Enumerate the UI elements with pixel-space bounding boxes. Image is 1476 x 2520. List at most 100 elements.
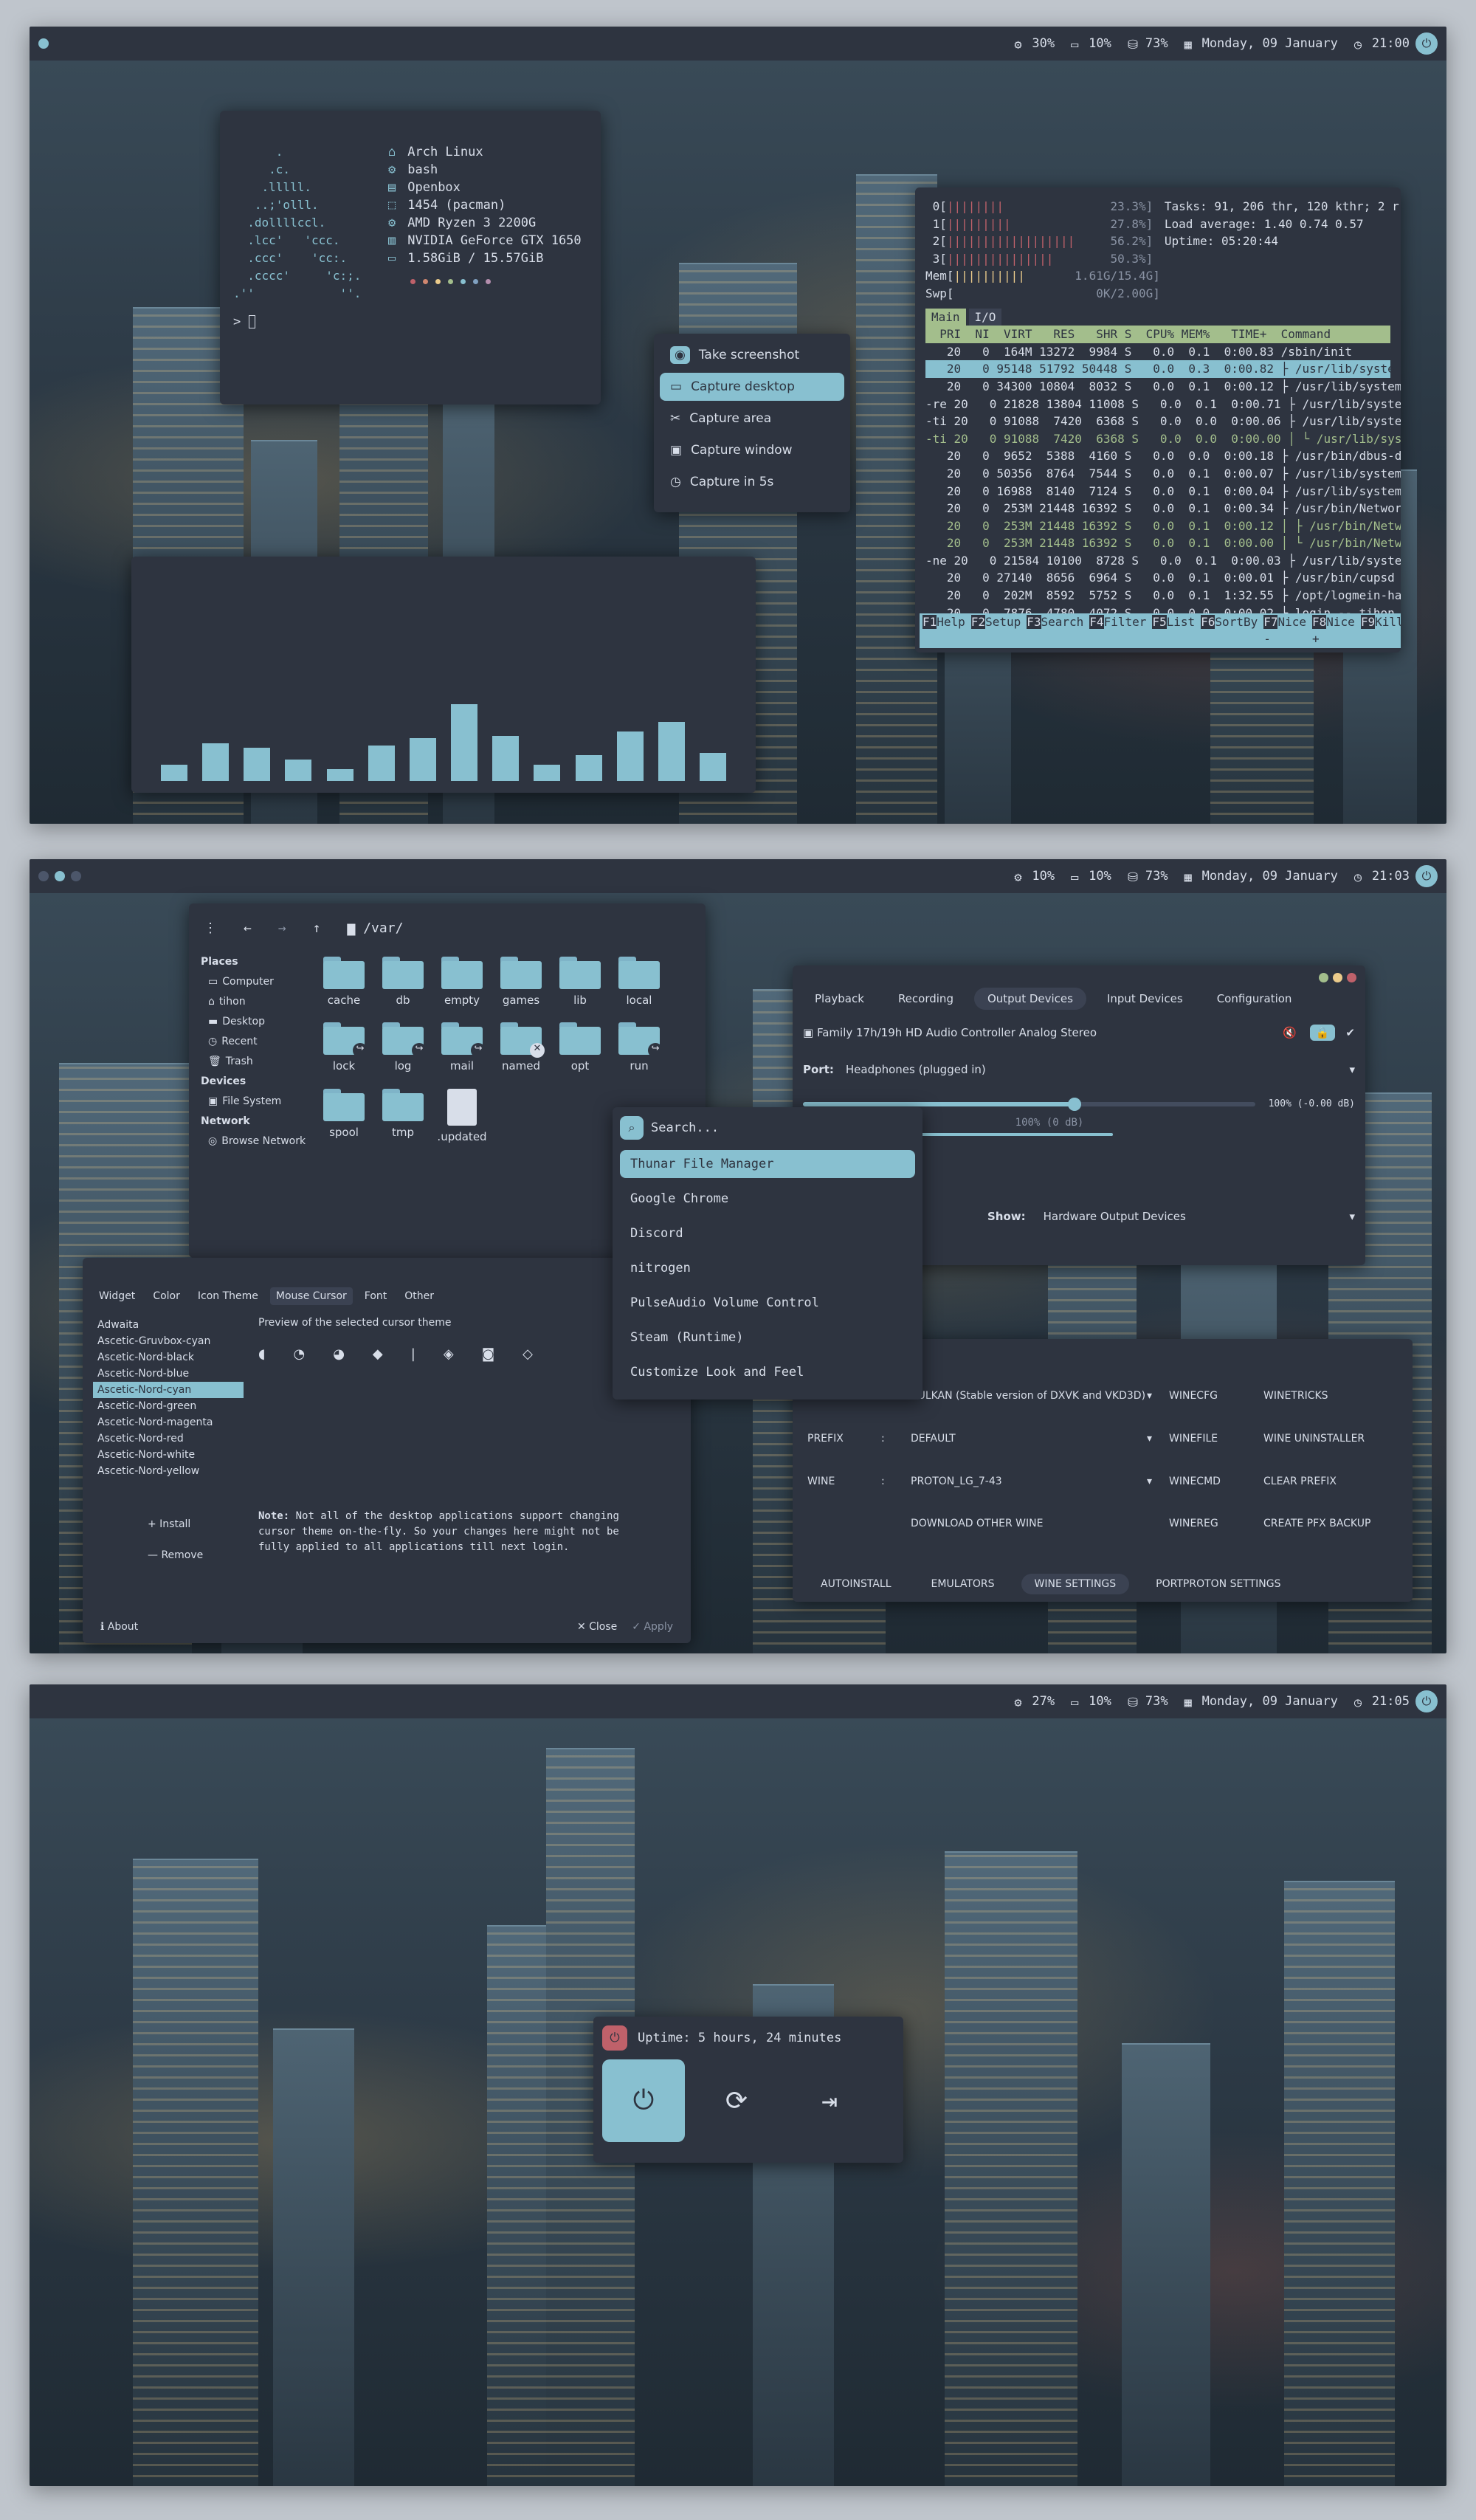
htop-terminal[interactable]: 0[|||||||| 23.3%] 1[||||||||| 27.8%] 2[|…	[915, 187, 1401, 653]
maximize-icon[interactable]	[1333, 973, 1342, 982]
tab-main[interactable]: Main	[925, 308, 966, 326]
shutdown-button[interactable]: ⏻	[602, 2059, 685, 2142]
tab-portproton-settings[interactable]: PORTPROTON SETTINGS	[1142, 1574, 1294, 1594]
file-item[interactable]: tmp	[373, 1088, 432, 1151]
tab-recording[interactable]: Recording	[885, 988, 967, 1010]
tab-font[interactable]: Font	[359, 1287, 393, 1305]
close-button[interactable]: ✕ Close	[577, 1621, 617, 1633]
menu-kebab-icon[interactable]: ⋮	[204, 920, 217, 936]
theme-list-item[interactable]: Ascetic-Nord-cyan	[93, 1382, 244, 1398]
tab-mouse-cursor[interactable]: Mouse Cursor	[269, 1287, 353, 1305]
forward-arrow-icon[interactable]: →	[278, 920, 286, 936]
theme-list-item[interactable]: Adwaita	[93, 1317, 244, 1333]
back-arrow-icon[interactable]: ←	[244, 920, 252, 936]
file-item[interactable]: local	[610, 957, 669, 1015]
file-item[interactable]: ↪ run	[610, 1022, 669, 1081]
tool-button[interactable]: WINEFILE	[1169, 1433, 1263, 1445]
file-item[interactable]: ✕ named	[492, 1022, 551, 1081]
setting-select[interactable]: VULKAN (Stable version of DXVK and VKD3D…	[911, 1390, 1147, 1402]
workspace-dot[interactable]	[71, 871, 81, 881]
theme-list-item[interactable]: Ascetic-Nord-magenta	[93, 1414, 244, 1431]
workspace-dot[interactable]	[55, 871, 65, 881]
function-key[interactable]: F6SortBy	[1198, 613, 1261, 648]
remove-button[interactable]: — Remove	[148, 1540, 244, 1571]
power-button[interactable]: ⏻	[1415, 1690, 1438, 1712]
file-item[interactable]: ↪ lock	[314, 1022, 373, 1081]
screenshot-option[interactable]: ▣ Capture window	[660, 436, 844, 464]
chevron-down-icon[interactable]: ▾	[1147, 1390, 1169, 1402]
about-button[interactable]: ℹ About	[100, 1621, 138, 1633]
screenshot-option[interactable]: ✂ Capture area	[660, 404, 844, 433]
file-item[interactable]: db	[373, 957, 432, 1015]
reboot-button[interactable]: ⟳	[695, 2059, 778, 2142]
chevron-down-icon[interactable]: ▾	[1147, 1476, 1169, 1487]
volume-slider[interactable]	[803, 1097, 1255, 1111]
process-row[interactable]: -ti 20 0 91088 7420 6368 S 0.0 0.0 0:00.…	[925, 413, 1401, 430]
apply-button[interactable]: ✓ Apply	[632, 1621, 673, 1633]
theme-list-item[interactable]: Ascetic-Gruvbox-cyan	[93, 1333, 244, 1349]
tab-autoinstall[interactable]: AUTOINSTALL	[807, 1574, 905, 1594]
file-item[interactable]: ↪ mail	[432, 1022, 492, 1081]
sidebar-item-recent[interactable]: ◷ Recent	[201, 1032, 314, 1052]
function-key[interactable]: F8Nice +	[1309, 613, 1358, 648]
workspace-dot[interactable]	[38, 38, 49, 49]
launcher-item[interactable]: Discord	[620, 1219, 915, 1247]
chevron-down-icon[interactable]: ▾	[1349, 1063, 1355, 1076]
function-key[interactable]: F9Kill	[1357, 613, 1401, 648]
sidebar-item-tihon[interactable]: ⌂ tihon	[201, 992, 314, 1012]
process-row[interactable]: 20 0 253M 21448 16392 S 0.0 0.1 0:00.12 …	[925, 517, 1401, 535]
file-item[interactable]: spool	[314, 1088, 373, 1151]
theme-list-item[interactable]: Ascetic-Nord-green	[93, 1398, 244, 1414]
theme-list-item[interactable]: Ascetic-Nord-blue	[93, 1366, 244, 1382]
theme-list-item[interactable]: Ascetic-Nord-black	[93, 1349, 244, 1366]
function-key[interactable]: F1Help	[920, 613, 968, 648]
tab-widget[interactable]: Widget	[93, 1287, 141, 1305]
tool-button[interactable]: WINECMD	[1169, 1476, 1263, 1487]
tool-button[interactable]: WINE UNINSTALLER	[1263, 1433, 1365, 1445]
tab-emulators[interactable]: EMULATORS	[918, 1574, 1008, 1594]
sidebar-item-file-system[interactable]: ▣ File System	[201, 1092, 314, 1112]
theme-list-item[interactable]: Ascetic-Nord-red	[93, 1431, 244, 1447]
chevron-down-icon[interactable]: ▾	[1349, 1210, 1355, 1223]
tab-wine-settings[interactable]: WINE SETTINGS	[1021, 1574, 1130, 1594]
sidebar-item-computer[interactable]: ▭ Computer	[201, 972, 314, 992]
process-row[interactable]: 20 0 16988 8140 7124 S 0.0 0.1 0:00.04 ├…	[925, 483, 1401, 500]
file-item[interactable]: lib	[551, 957, 610, 1015]
close-icon[interactable]	[1347, 973, 1356, 982]
process-row[interactable]: 20 0 202M 8592 5752 S 0.0 0.1 1:32.55 ├ …	[925, 587, 1401, 605]
tab-icon-theme[interactable]: Icon Theme	[192, 1287, 264, 1305]
function-key[interactable]: F5List	[1149, 613, 1199, 648]
winereg-button[interactable]: WINEREG	[1169, 1518, 1263, 1529]
screenshot-option[interactable]: ▭ Capture desktop	[660, 373, 844, 401]
mute-icon[interactable]: 🔇	[1283, 1026, 1297, 1039]
process-row[interactable]: 20 0 27140 8656 6964 S 0.0 0.1 0:00.01 ├…	[925, 569, 1395, 587]
file-item[interactable]: .updated	[432, 1088, 492, 1151]
lock-channels-icon[interactable]: 🔒	[1309, 1025, 1336, 1041]
download-wine-button[interactable]: DOWNLOAD OTHER WINE	[911, 1518, 1169, 1529]
setting-select[interactable]: DEFAULT	[911, 1433, 1147, 1445]
theme-list-item[interactable]: Ascetic-Nord-yellow	[93, 1463, 244, 1479]
launcher-item[interactable]: Customize Look and Feel	[620, 1358, 915, 1386]
file-item[interactable]: games	[492, 957, 551, 1015]
launcher-item[interactable]: Steam (Runtime)	[620, 1323, 915, 1352]
chevron-down-icon[interactable]: ▾	[1147, 1433, 1169, 1445]
sidebar-item-desktop[interactable]: ▬ Desktop	[201, 1012, 314, 1032]
tab-configuration[interactable]: Configuration	[1204, 988, 1306, 1010]
power-button[interactable]: ⏻	[1415, 865, 1438, 887]
tool-button[interactable]: CLEAR PREFIX	[1263, 1476, 1337, 1487]
process-row[interactable]: 20 0 253M 21448 16392 S 0.0 0.1 0:00.34 …	[925, 500, 1401, 517]
tab-other[interactable]: Other	[399, 1287, 440, 1305]
process-row[interactable]: 20 0 253M 21448 16392 S 0.0 0.1 0:00.00 …	[925, 534, 1401, 552]
sidebar-item-trash[interactable]: 🗑 Trash	[201, 1052, 314, 1072]
logout-button[interactable]: ⇥	[788, 2059, 871, 2142]
power-button[interactable]: ⏻	[1415, 32, 1438, 55]
up-arrow-icon[interactable]: ↑	[313, 920, 321, 936]
launcher-item[interactable]: PulseAudio Volume Control	[620, 1289, 915, 1317]
port-select[interactable]: Headphones (plugged in)	[846, 1063, 986, 1076]
file-item[interactable]: empty	[432, 957, 492, 1015]
process-row[interactable]: 20 0 164M 13272 9984 S 0.0 0.1 0:00.83 /…	[925, 343, 1390, 361]
tab-input-devices[interactable]: Input Devices	[1094, 988, 1196, 1010]
create-pfx-backup-button[interactable]: CREATE PFX BACKUP	[1263, 1518, 1370, 1529]
tool-button[interactable]: WINECFG	[1169, 1390, 1263, 1402]
process-row[interactable]: 20 0 50356 8764 7544 S 0.0 0.1 0:00.07 ├…	[925, 465, 1401, 483]
